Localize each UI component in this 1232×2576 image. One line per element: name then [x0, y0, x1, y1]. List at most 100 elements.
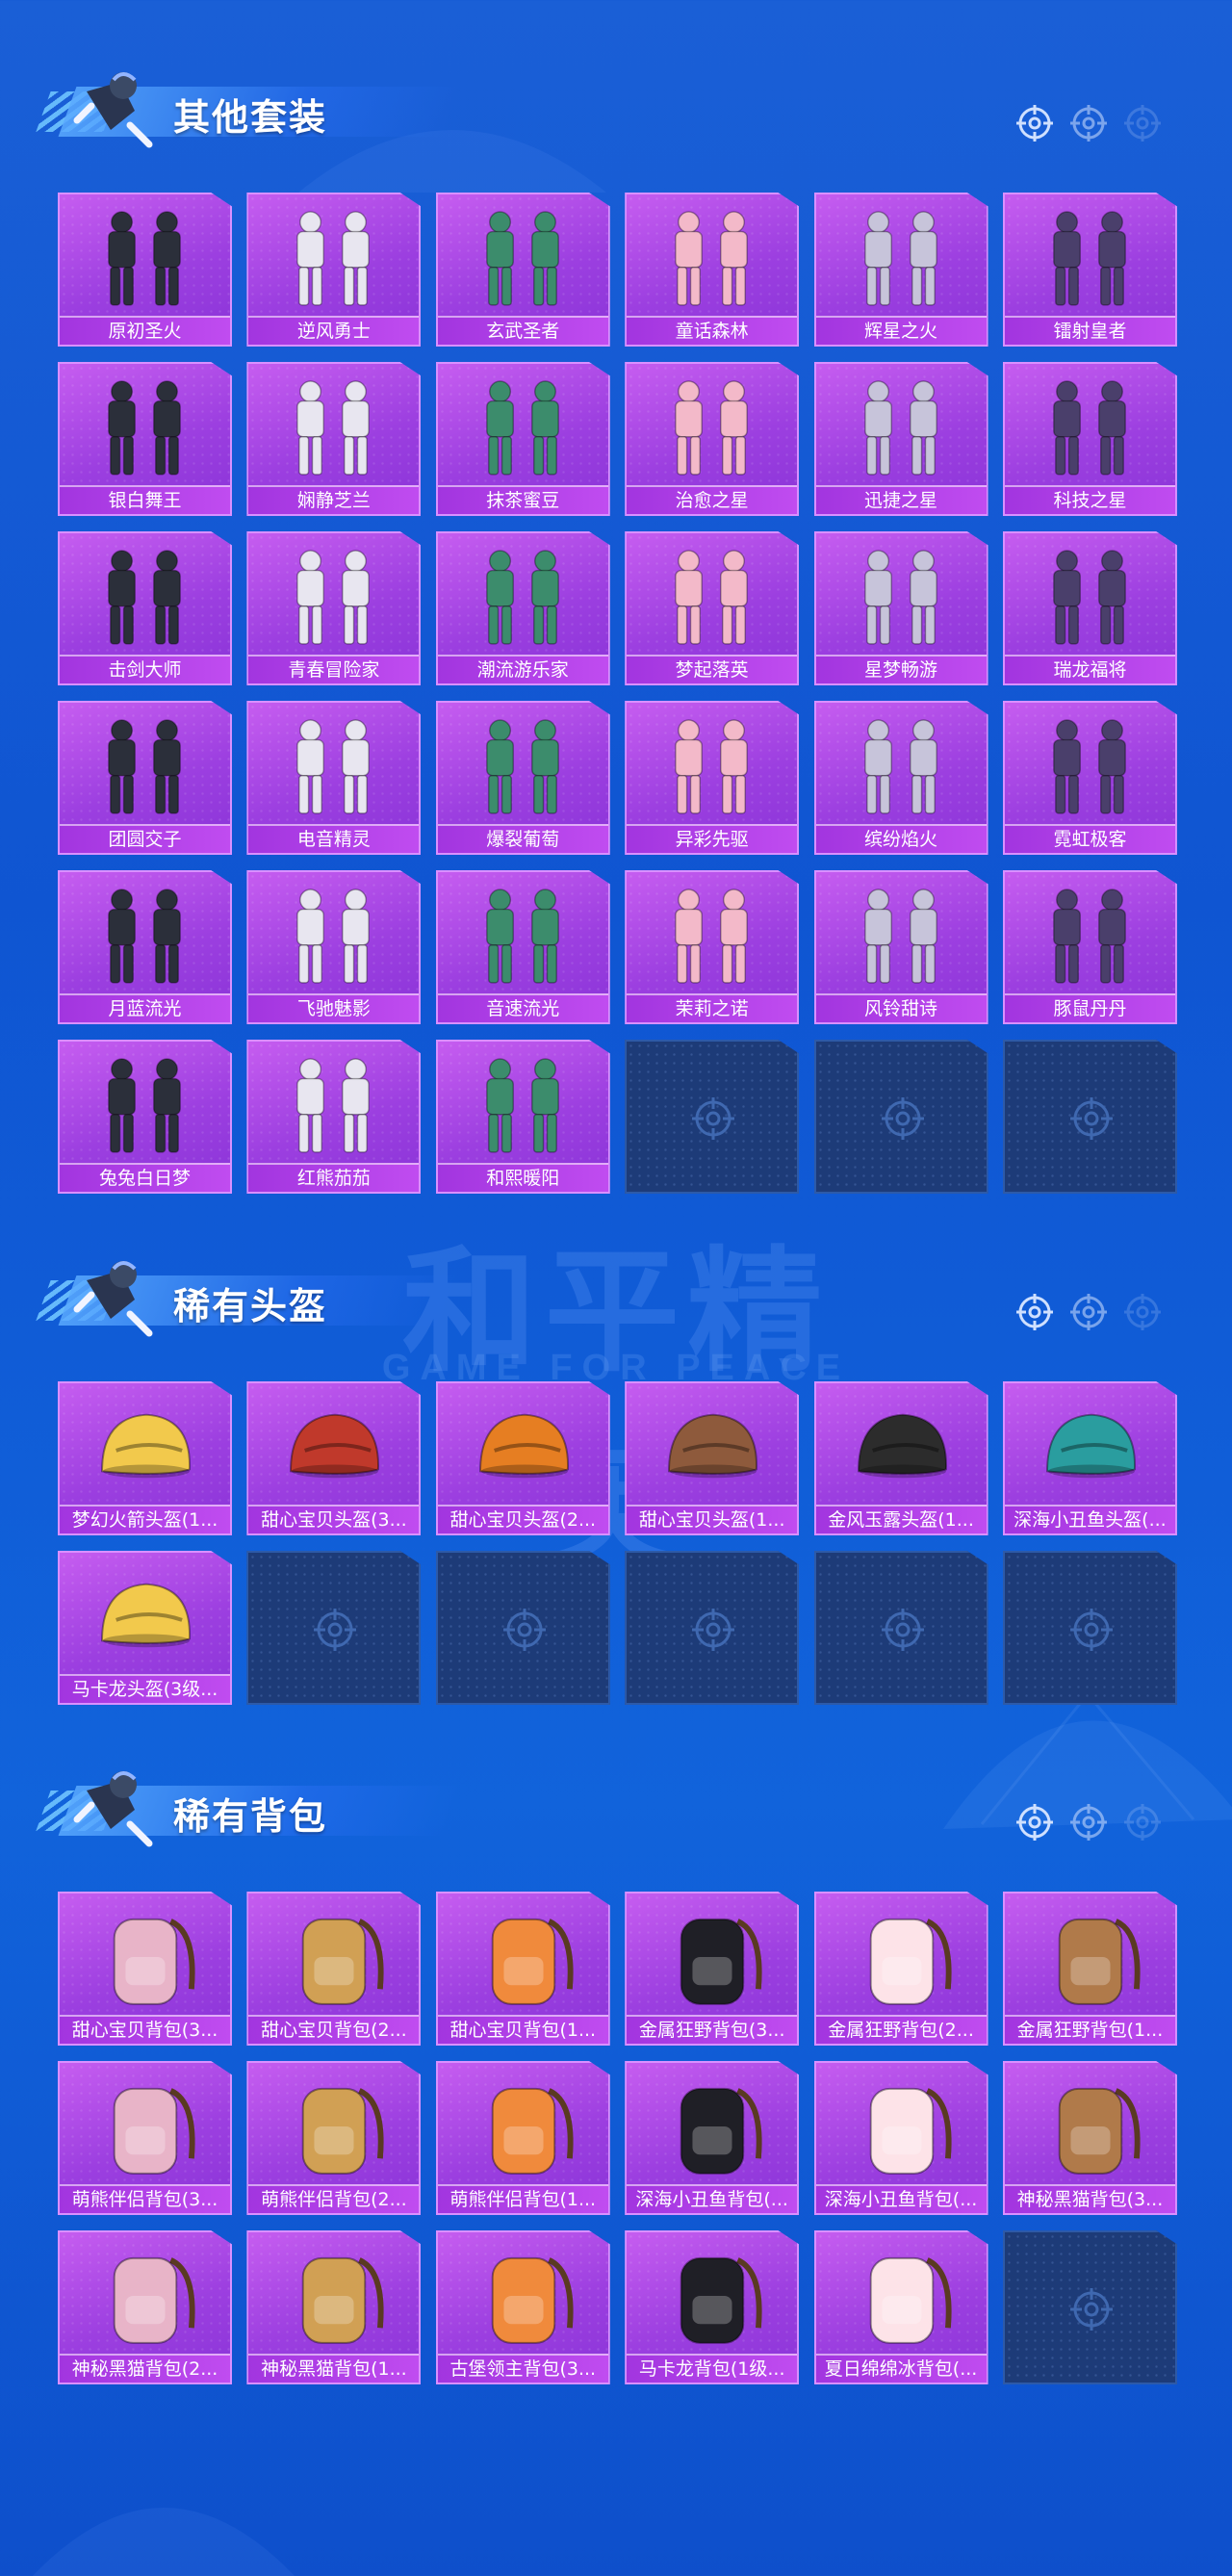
item-card[interactable]: 娴静芝兰 — [246, 362, 422, 516]
item-label: 金属狂野背包(2... — [815, 2015, 987, 2044]
item-card[interactable]: 茉莉之诺 — [625, 870, 800, 1024]
item-card[interactable]: 古堡领主背包(3... — [435, 2230, 610, 2384]
item-label: 神秘黑猫背包(3... — [1004, 2184, 1175, 2213]
item-card[interactable]: 击剑大师 — [58, 531, 232, 685]
item-card[interactable]: 原初圣火 — [58, 193, 232, 347]
item-label: 娴静芝兰 — [248, 485, 420, 514]
item-label: 甜心宝贝背包(1... — [437, 2015, 608, 2044]
item-card[interactable]: 甜心宝贝背包(2... — [246, 1892, 422, 2046]
backpack-image — [1058, 1918, 1141, 2005]
item-card[interactable]: 团圆交子 — [58, 701, 232, 855]
backpack-image — [302, 1918, 384, 2005]
item-card[interactable]: 金属狂野背包(2... — [813, 1892, 988, 2046]
item-card[interactable]: 兔兔白日梦 — [58, 1040, 232, 1194]
helmet-image — [857, 1413, 947, 1479]
item-card[interactable]: 抹茶蜜豆 — [435, 362, 610, 516]
item-card[interactable]: 金属狂野背包(1... — [1002, 1892, 1177, 2046]
helmet-image — [478, 1413, 569, 1479]
backpack-image — [869, 2256, 952, 2344]
section-title: 稀有背包 — [173, 1795, 328, 1838]
item-card[interactable]: 青春冒险家 — [246, 531, 422, 685]
empty-slot — [813, 1551, 988, 1705]
item-card[interactable]: 潮流游乐家 — [435, 531, 610, 685]
item-card[interactable]: 神秘黑猫背包(3... — [1002, 2061, 1177, 2215]
item-card[interactable]: 风铃甜诗 — [813, 870, 988, 1024]
item-card[interactable]: 萌熊伴侣背包(1... — [435, 2061, 610, 2215]
item-label: 逆风勇士 — [248, 316, 420, 345]
item-label: 甜心宝贝背包(2... — [248, 2015, 420, 2044]
empty-slot — [813, 1040, 988, 1194]
item-card[interactable]: 镭射皇者 — [1002, 193, 1177, 347]
item-card[interactable]: 飞驰魅影 — [246, 870, 422, 1024]
outfit-image — [296, 550, 371, 645]
outfit-image — [108, 550, 181, 645]
item-card[interactable]: 萌熊伴侣背包(3... — [58, 2061, 232, 2215]
item-label: 治愈之星 — [627, 485, 798, 514]
item-card[interactable]: 月蓝流光 — [58, 870, 232, 1024]
item-card[interactable]: 银白舞王 — [58, 362, 232, 516]
item-label: 古堡领主背包(3... — [437, 2354, 608, 2383]
item-card[interactable]: 甜心宝贝头盔(3... — [246, 1381, 422, 1535]
backpack-image — [302, 2256, 384, 2344]
item-card[interactable]: 梦幻火箭头盔(1... — [58, 1381, 232, 1535]
item-card[interactable]: 科技之星 — [1002, 362, 1177, 516]
item-card[interactable]: 缤纷焰火 — [813, 701, 988, 855]
item-card[interactable]: 治愈之星 — [625, 362, 800, 516]
item-label: 金属狂野背包(1... — [1004, 2015, 1175, 2044]
item-card[interactable]: 深海小丑鱼背包(... — [813, 2061, 988, 2215]
item-label: 辉星之火 — [815, 316, 987, 345]
item-label: 萌熊伴侣背包(2... — [248, 2184, 420, 2213]
outfit-image — [485, 380, 559, 476]
item-card[interactable]: 深海小丑鱼背包(... — [625, 2061, 800, 2215]
outfit-image — [108, 211, 181, 306]
item-label: 神秘黑猫背包(1... — [248, 2354, 420, 2383]
item-card[interactable]: 神秘黑猫背包(1... — [246, 2230, 422, 2384]
item-card[interactable]: 辉星之火 — [813, 193, 988, 347]
item-label: 月蓝流光 — [60, 993, 230, 1022]
item-label: 瑞龙福将 — [1004, 655, 1175, 683]
crosshair-icon — [692, 1097, 735, 1140]
item-card[interactable]: 霓虹极客 — [1002, 701, 1177, 855]
crosshair-icon — [1070, 1804, 1107, 1841]
item-card[interactable]: 神秘黑猫背包(2... — [58, 2230, 232, 2384]
item-card[interactable]: 电音精灵 — [246, 701, 422, 855]
soldier-mascot-icon — [73, 1771, 153, 1847]
item-card[interactable]: 红熊茄茄 — [246, 1040, 422, 1194]
outfit-image — [296, 719, 371, 814]
crosshair-icon — [692, 1609, 735, 1651]
item-card[interactable]: 马卡龙背包(1级... — [625, 2230, 800, 2384]
outfit-image — [1053, 719, 1126, 814]
item-card[interactable]: 萌熊伴侣背包(2... — [246, 2061, 422, 2215]
crosshair-icon — [1016, 1804, 1053, 1841]
item-card[interactable]: 夏日绵绵冰背包(... — [813, 2230, 988, 2384]
item-card[interactable]: 迅捷之星 — [813, 362, 988, 516]
backpack-image — [680, 2087, 762, 2175]
item-card[interactable]: 甜心宝贝背包(3... — [58, 1892, 232, 2046]
item-card[interactable]: 甜心宝贝头盔(2... — [435, 1381, 610, 1535]
item-label: 缤纷焰火 — [815, 824, 987, 853]
item-card[interactable]: 玄武圣者 — [435, 193, 610, 347]
item-card[interactable]: 童话森林 — [625, 193, 800, 347]
item-card[interactable]: 豚鼠丹丹 — [1002, 870, 1177, 1024]
item-card[interactable]: 星梦畅游 — [813, 531, 988, 685]
empty-slot — [1002, 2230, 1177, 2384]
item-card[interactable]: 甜心宝贝头盔(1... — [625, 1381, 800, 1535]
item-card[interactable]: 马卡龙头盔(3级... — [58, 1551, 232, 1705]
item-card[interactable]: 金属狂野背包(3... — [625, 1892, 800, 2046]
item-label: 青春冒险家 — [248, 655, 420, 683]
outfit-image — [863, 719, 937, 814]
item-card[interactable]: 音速流光 — [435, 870, 610, 1024]
item-card[interactable]: 金风玉露头盔(1... — [813, 1381, 988, 1535]
item-card[interactable]: 逆风勇士 — [246, 193, 422, 347]
item-label: 星梦畅游 — [815, 655, 987, 683]
item-card[interactable]: 梦起落英 — [625, 531, 800, 685]
item-card[interactable]: 异彩先驱 — [625, 701, 800, 855]
item-card[interactable]: 深海小丑鱼头盔(... — [1002, 1381, 1177, 1535]
item-label: 茉莉之诺 — [627, 993, 798, 1022]
item-card[interactable]: 爆裂葡萄 — [435, 701, 610, 855]
item-card[interactable]: 甜心宝贝背包(1... — [435, 1892, 610, 2046]
backpack-image — [1058, 2087, 1141, 2175]
outfit-image — [485, 1058, 559, 1153]
item-card[interactable]: 瑞龙福将 — [1002, 531, 1177, 685]
item-card[interactable]: 和熙暖阳 — [435, 1040, 610, 1194]
